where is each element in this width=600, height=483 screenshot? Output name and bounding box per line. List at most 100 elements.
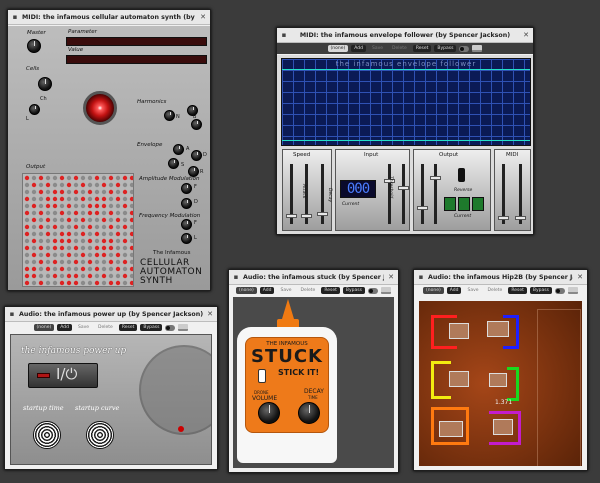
cell-dot[interactable] [31, 266, 37, 272]
cell-dot[interactable] [38, 217, 44, 223]
cell-dot[interactable] [87, 189, 93, 195]
cell-dot[interactable] [59, 280, 65, 286]
keyboard-icon[interactable] [380, 287, 391, 294]
cell-dot[interactable] [108, 231, 114, 237]
cell-dot[interactable] [101, 217, 107, 223]
cell-dot[interactable] [66, 224, 72, 230]
cell-dot[interactable] [59, 273, 65, 279]
reset-button[interactable]: Reset [321, 287, 340, 294]
cell-dot[interactable] [108, 238, 114, 244]
cell-dot[interactable] [101, 266, 107, 272]
cell-dot[interactable] [101, 210, 107, 216]
cell-dot[interactable] [45, 189, 51, 195]
cell-dot[interactable] [59, 182, 65, 188]
cell-dot[interactable] [94, 182, 100, 188]
cell-dot[interactable] [129, 182, 134, 188]
cell-dot[interactable] [101, 273, 107, 279]
cell-dot[interactable] [122, 175, 128, 181]
cell-dot[interactable] [94, 189, 100, 195]
env-knob-a[interactable] [173, 144, 184, 155]
cell-dot[interactable] [129, 210, 134, 216]
app-menu-icon[interactable]: ▪ [417, 273, 425, 281]
bracket-green[interactable] [507, 367, 519, 401]
bypass-button[interactable]: Bypass [434, 45, 457, 52]
cell-dot[interactable] [115, 238, 121, 244]
cell-dot[interactable] [66, 252, 72, 258]
cell-dot[interactable] [66, 280, 72, 286]
cell-dot[interactable] [52, 196, 58, 202]
cell-dot[interactable] [52, 189, 58, 195]
cell-dot[interactable] [80, 224, 86, 230]
cell-dot[interactable] [73, 280, 79, 286]
cell-dot[interactable] [108, 189, 114, 195]
cell-dot[interactable] [31, 182, 37, 188]
cell-dot[interactable] [45, 203, 51, 209]
cell-dot[interactable] [122, 280, 128, 286]
cell-dot[interactable] [80, 203, 86, 209]
cell-dot[interactable] [80, 217, 86, 223]
bypass-toggle[interactable] [165, 324, 176, 331]
cell-dot[interactable] [115, 210, 121, 216]
preset-select[interactable]: (none) [33, 324, 55, 331]
maximum-slider[interactable] [430, 164, 441, 224]
cell-dot[interactable] [38, 259, 44, 265]
cell-dot[interactable] [101, 245, 107, 251]
cell-dot[interactable] [80, 182, 86, 188]
cell-dot[interactable] [80, 266, 86, 272]
cell-dot[interactable] [87, 224, 93, 230]
cell-dot[interactable] [115, 280, 121, 286]
cell-dot[interactable] [38, 189, 44, 195]
cell-dot[interactable] [73, 217, 79, 223]
harmonics-knob-3[interactable] [191, 119, 202, 130]
cell-dot[interactable] [38, 210, 44, 216]
cell-dot[interactable] [45, 266, 51, 272]
cell-dot[interactable] [108, 266, 114, 272]
cell-dot[interactable] [80, 259, 86, 265]
cell-dot[interactable] [52, 266, 58, 272]
cell-dot[interactable] [31, 203, 37, 209]
cell-dot[interactable] [108, 259, 114, 265]
cell-dot[interactable] [129, 259, 134, 265]
cell-dot[interactable] [73, 238, 79, 244]
cell-dot[interactable] [66, 196, 72, 202]
cell-dot[interactable] [101, 196, 107, 202]
cell-dot[interactable] [87, 203, 93, 209]
cell-dot[interactable] [24, 203, 30, 209]
add-button[interactable]: Add [351, 45, 366, 52]
cell-dot[interactable] [24, 273, 30, 279]
cell-dot[interactable] [45, 231, 51, 237]
cell-dot[interactable] [45, 210, 51, 216]
cell-dot[interactable] [101, 259, 107, 265]
control-slider[interactable] [515, 164, 526, 224]
cell-dot[interactable] [59, 259, 65, 265]
cell-dot[interactable] [122, 217, 128, 223]
cell-dot[interactable] [129, 224, 134, 230]
cell-dot[interactable] [101, 280, 107, 286]
cell-dot[interactable] [101, 182, 107, 188]
close-icon[interactable]: ✕ [206, 310, 214, 318]
cell-dot[interactable] [73, 175, 79, 181]
cell-dot[interactable] [122, 189, 128, 195]
cell-dot[interactable] [24, 224, 30, 230]
cell-dot[interactable] [59, 266, 65, 272]
power-switch[interactable]: I/⏻ [28, 363, 98, 388]
cell-dot[interactable] [87, 217, 93, 223]
cell-dot[interactable] [108, 182, 114, 188]
cell-dot[interactable] [31, 217, 37, 223]
cell-dot[interactable] [59, 175, 65, 181]
cell-dot[interactable] [45, 175, 51, 181]
cell-dot[interactable] [115, 217, 121, 223]
reverse-switch[interactable] [458, 168, 465, 182]
cell-dot[interactable] [66, 203, 72, 209]
cell-dot[interactable] [80, 245, 86, 251]
cell-dot[interactable] [122, 196, 128, 202]
bypass-toggle[interactable] [367, 287, 378, 294]
cell-dot[interactable] [24, 280, 30, 286]
bypass-button[interactable]: Bypass [140, 324, 163, 331]
cell-dot[interactable] [31, 231, 37, 237]
cell-dot[interactable] [87, 252, 93, 258]
cell-dot[interactable] [38, 175, 44, 181]
cell-dot[interactable] [31, 280, 37, 286]
app-menu-icon[interactable]: ▪ [232, 273, 240, 281]
cell-dot[interactable] [31, 196, 37, 202]
